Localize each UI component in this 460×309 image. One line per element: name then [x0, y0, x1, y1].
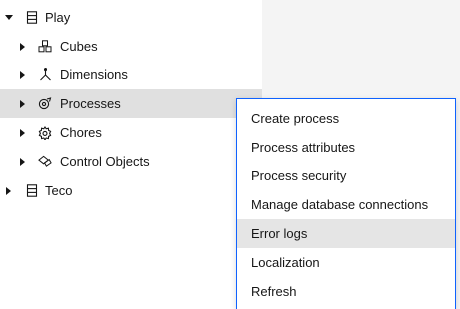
menu-item-create-process[interactable]: Create process: [237, 104, 455, 133]
menu-item-error-logs[interactable]: Error logs: [237, 219, 455, 248]
database-icon: [25, 11, 39, 25]
tree-item-chores[interactable]: Chores: [0, 118, 262, 147]
cubes-icon: [38, 40, 52, 54]
processes-icon: [38, 97, 52, 111]
tree-item-label: Control Objects: [60, 154, 150, 169]
tree-item-label: Play: [45, 10, 71, 25]
caret-right-icon[interactable]: [18, 99, 28, 109]
database-icon: [25, 184, 39, 198]
tree-item-teco[interactable]: Teco: [0, 176, 262, 205]
menu-item-process-security[interactable]: Process security: [237, 161, 455, 190]
tree-item-play[interactable]: Play: [0, 3, 262, 32]
menu-item-refresh[interactable]: Refresh: [237, 277, 455, 306]
tree-item-processes[interactable]: Processes: [0, 89, 262, 118]
tree-item-label: Processes: [60, 96, 121, 111]
caret-right-icon[interactable]: [18, 42, 28, 52]
tree-item-dimensions[interactable]: Dimensions: [0, 60, 262, 89]
menu-item-process-attributes[interactable]: Process attributes: [237, 133, 455, 162]
caret-right-icon[interactable]: [18, 157, 28, 167]
caret-right-icon[interactable]: [18, 128, 28, 138]
tree-item-label: Cubes: [60, 39, 98, 54]
tree-item-control-objects[interactable]: Control Objects: [0, 147, 262, 176]
caret-down-icon[interactable]: [4, 13, 14, 23]
tree-item-label: Dimensions: [60, 67, 128, 82]
menu-item-localization[interactable]: Localization: [237, 248, 455, 277]
chores-icon: [38, 125, 52, 140]
tree-item-label: Teco: [45, 183, 73, 198]
tree-panel: Play Cubes Dimensions Processes Chores C…: [0, 0, 262, 309]
control-objects-icon: [38, 155, 52, 169]
tree-item-cubes[interactable]: Cubes: [0, 32, 262, 61]
dimensions-icon: [38, 68, 52, 82]
menu-item-manage-database-connections[interactable]: Manage database connections: [237, 190, 455, 219]
caret-right-icon[interactable]: [18, 70, 28, 80]
caret-right-icon[interactable]: [4, 186, 14, 196]
tree-item-label: Chores: [60, 125, 102, 140]
context-menu: Create process Process attributes Proces…: [236, 98, 456, 309]
